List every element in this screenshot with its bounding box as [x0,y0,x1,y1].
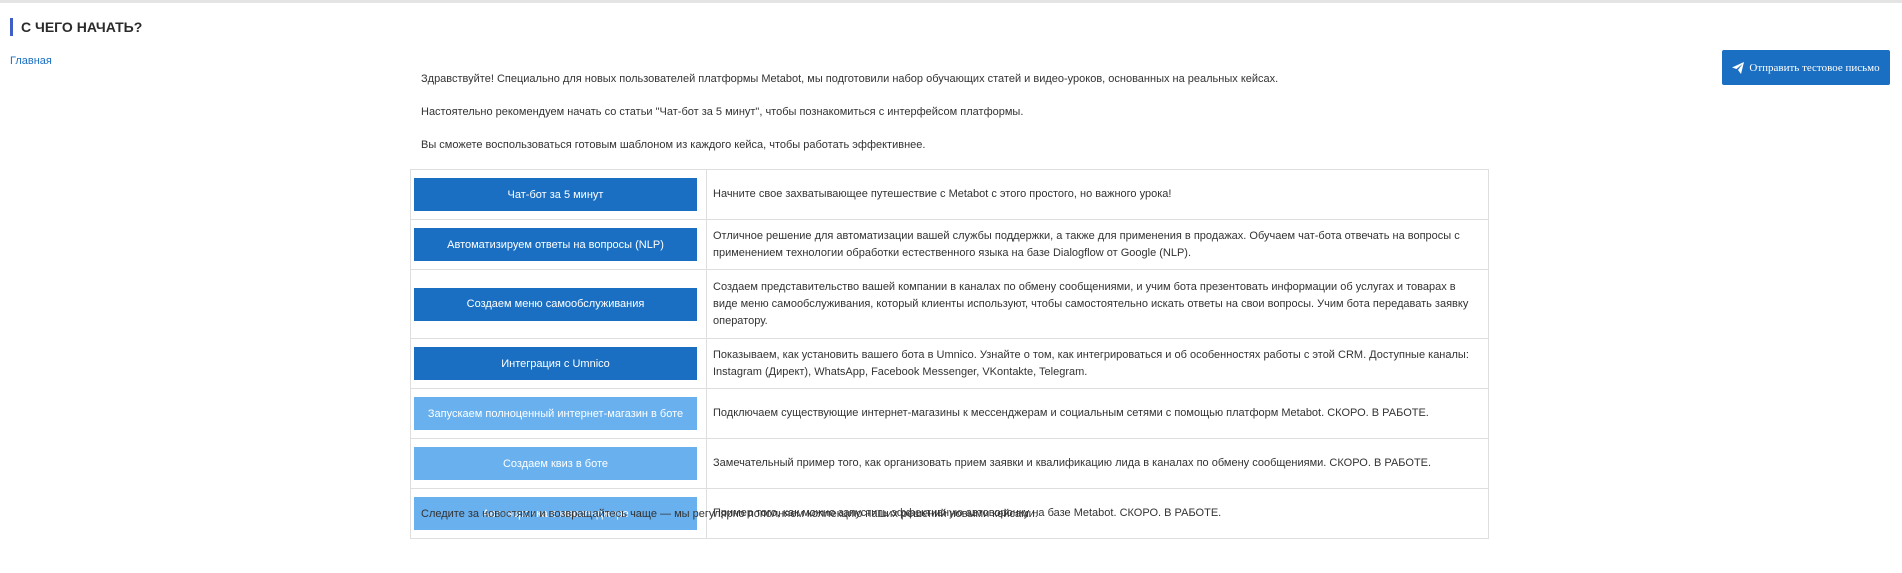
send-test-email-button[interactable]: Отправить тестовое письмо [1722,50,1890,85]
case-button-quiz[interactable]: Создаем квиз в боте [414,447,697,480]
intro-paragraph-3: Вы сможете воспользоваться готовым шабло… [421,139,926,151]
case-button-umnico[interactable]: Интеграция с Umnico [414,347,697,380]
case-button-online-store[interactable]: Запускаем полноценный интернет-магазин в… [414,397,697,430]
case-description: Замечательный пример того, как организов… [706,438,1489,489]
case-button-cell: Чат-бот за 5 минут [410,169,707,220]
intro-paragraph-1: Здравствуйте! Специально для новых польз… [421,73,1279,85]
intro-paragraph-2: Настоятельно рекомендуем начать со стать… [421,106,1024,118]
case-row: Чат-бот за 5 минут Начните свое захватыв… [410,169,1489,220]
case-row: Создаем меню самообслуживания Создаем пр… [410,269,1489,339]
case-button-nlp[interactable]: Автоматизируем ответы на вопросы (NLP) [414,228,697,261]
case-button-cell: Автоматизируем ответы на вопросы (NLP) [410,219,707,270]
case-button-cell: Запускаем полноценный интернет-магазин в… [410,388,707,439]
footer-note: Следите за новостями и возвращайтесь чащ… [421,508,1038,520]
case-button-cell: Интеграция с Umnico [410,338,707,389]
case-description: Создаем представительство вашей компании… [706,269,1489,339]
cases-table: Чат-бот за 5 минут Начните свое захватыв… [410,169,1489,539]
case-row: Интеграция с Umnico Показываем, как уста… [410,338,1489,389]
breadcrumb-home-link[interactable]: Главная [10,55,52,67]
case-button-cell: Создаем меню самообслуживания [410,269,707,339]
case-row: Запускаем полноценный интернет-магазин в… [410,388,1489,439]
send-test-email-label: Отправить тестовое письмо [1749,61,1880,74]
case-button-chatbot-5-min[interactable]: Чат-бот за 5 минут [414,178,697,211]
case-row: Автоматизируем ответы на вопросы (NLP) О… [410,219,1489,270]
case-description: Подключаем существующие интернет-магазин… [706,388,1489,439]
case-description: Показываем, как установить вашего бота в… [706,338,1489,389]
case-button-cell: Создаем квиз в боте [410,438,707,489]
case-row: Создаем квиз в боте Замечательный пример… [410,438,1489,489]
page-title: С ЧЕГО НАЧАТЬ? [10,18,142,36]
case-button-self-service-menu[interactable]: Создаем меню самообслуживания [414,287,697,321]
top-divider [0,0,1902,3]
paper-plane-icon [1732,61,1745,74]
case-description: Начните свое захватывающее путешествие с… [706,169,1489,220]
case-description: Отличное решение для автоматизации вашей… [706,219,1489,270]
